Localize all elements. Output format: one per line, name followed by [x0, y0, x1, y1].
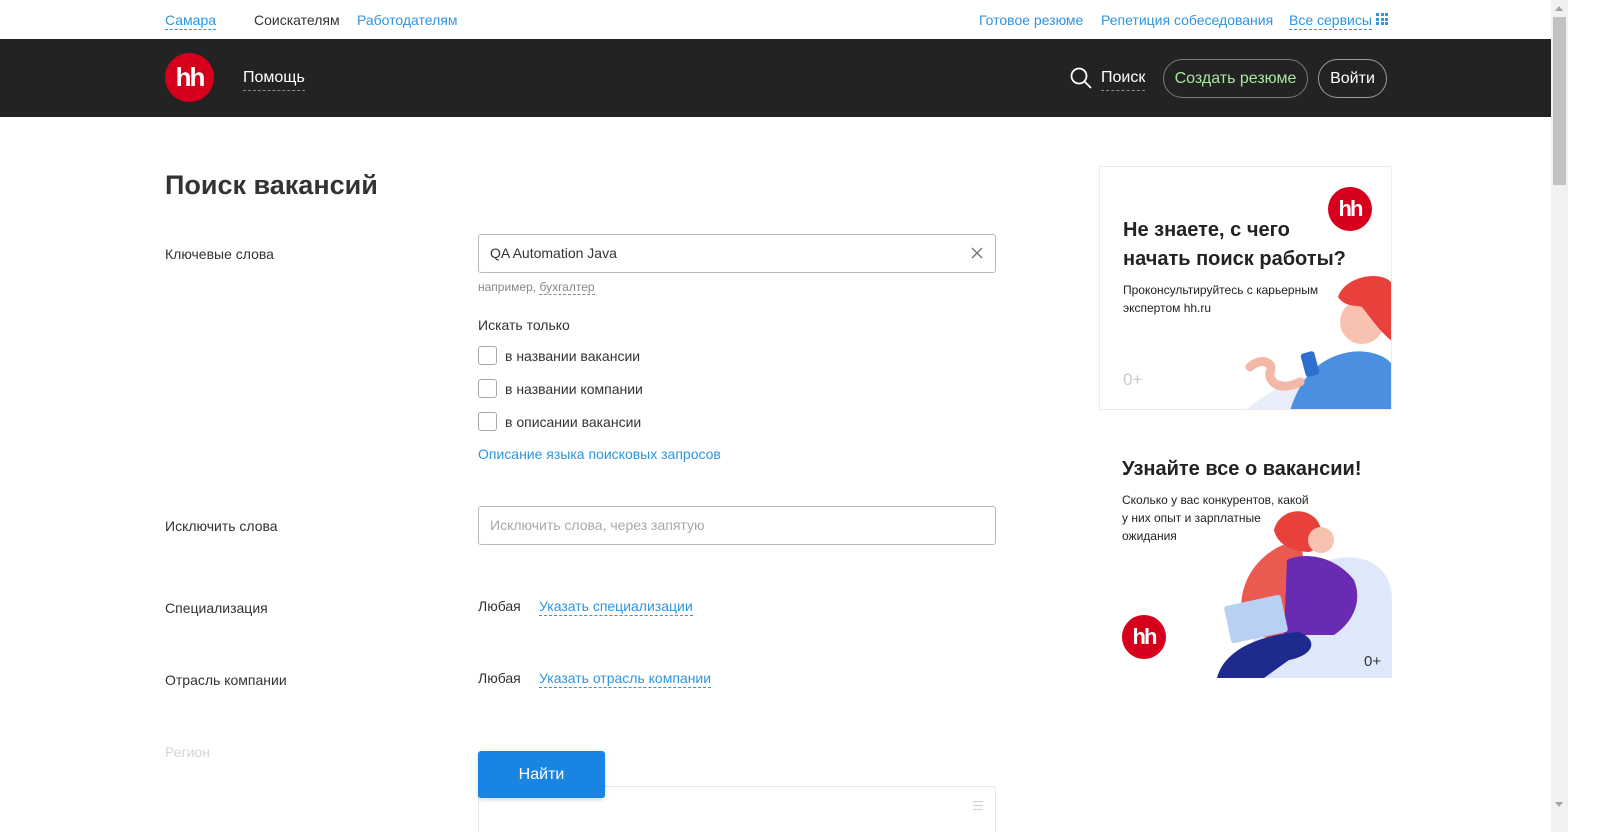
hint-prefix: например, — [478, 280, 537, 294]
exclude-placeholder: Исключить слова, через запятую — [490, 517, 705, 533]
banner-sub-line1: Проконсультируйтесь с карьерным — [1123, 283, 1319, 297]
banner-sub-line2: экспертом hh.ru — [1123, 301, 1212, 315]
top-utility-bar: Самара Соискателям Работодателям Готовое… — [0, 0, 1587, 39]
create-resume-button[interactable]: Создать резюме — [1163, 59, 1308, 98]
banner-title: Узнайте все о вакансии! — [1122, 458, 1362, 480]
scroll-arrow-down-icon[interactable] — [1555, 802, 1563, 807]
scroll-arrow-up-icon[interactable] — [1555, 6, 1563, 11]
banner-hh-logo: hh — [1328, 187, 1372, 231]
exclude-label: Исключить слова — [165, 518, 278, 534]
banner-title-line1: Не знаете, с чего — [1123, 219, 1290, 241]
find-button[interactable]: Найти — [478, 751, 605, 798]
specialization-value: Любая — [478, 598, 521, 614]
page-scrollbar[interactable] — [1551, 0, 1568, 832]
nav-seekers[interactable]: Соискателям — [254, 11, 340, 29]
search-icon[interactable] — [1070, 67, 1092, 89]
search-link[interactable]: Поиск — [1101, 68, 1146, 91]
help-link[interactable]: Помощь — [243, 68, 305, 91]
industry-link[interactable]: Указать отрасль компании — [539, 669, 712, 688]
checkbox-label[interactable]: в описании вакансии — [505, 412, 641, 432]
hint-example[interactable]: бухгалтер — [539, 280, 595, 295]
keywords-value: QA Automation Java — [490, 245, 617, 261]
banner-hh-logo: hh — [1122, 615, 1166, 659]
hh-logo[interactable]: hh — [165, 53, 214, 102]
banner-sub-line1: Сколько у вас конкурентов, какой — [1122, 493, 1309, 507]
query-language-link[interactable]: Описание языка поисковых запросов — [478, 445, 721, 463]
region-label: Регион — [165, 744, 210, 760]
city-selector[interactable]: Самара — [165, 11, 217, 30]
industry-value: Любая — [478, 670, 521, 686]
banner-age-rating: 0+ — [1123, 370, 1143, 389]
banner-sub-line2: у них опыт и зарплатные — [1122, 511, 1261, 525]
industry-label: Отрасль компании — [165, 672, 287, 688]
checkbox[interactable] — [478, 379, 497, 398]
checkbox[interactable] — [478, 346, 497, 365]
specialization-label: Специализация — [165, 600, 268, 616]
exclude-input[interactable]: Исключить слова, через запятую — [478, 506, 996, 545]
clear-icon[interactable] — [971, 247, 983, 259]
checkbox-label[interactable]: в названии компании — [505, 379, 643, 399]
link-all-services[interactable]: Все сервисы — [1289, 11, 1372, 30]
scroll-thumb[interactable] — [1553, 17, 1566, 185]
checkbox[interactable] — [478, 412, 497, 431]
keywords-hint: например, бухгалтер — [478, 280, 595, 295]
login-button[interactable]: Войти — [1318, 59, 1387, 98]
specialization-link[interactable]: Указать специализации — [539, 597, 693, 616]
banner-sub-line3: ожидания — [1122, 529, 1177, 543]
checkbox-label[interactable]: в названии вакансии — [505, 346, 640, 366]
banner-age-rating: 0+ — [1364, 653, 1382, 670]
banner-career-consult[interactable]: hh Не знаете, с чего начать поиск работы… — [1099, 166, 1392, 410]
page-title: Поиск вакансий — [165, 170, 378, 200]
main-header: hh Помощь Поиск Создать резюме Войти — [0, 39, 1551, 117]
grid-icon[interactable] — [1376, 13, 1388, 25]
list-lines-icon — [973, 801, 983, 813]
link-interview-rehearsal[interactable]: Репетиция собеседования — [1101, 11, 1273, 29]
link-ready-resume[interactable]: Готовое резюме — [979, 11, 1083, 29]
nav-employers[interactable]: Работодателям — [357, 11, 458, 29]
keywords-input[interactable]: QA Automation Java — [478, 234, 996, 273]
keywords-label: Ключевые слова — [165, 246, 274, 262]
banner-vacancy-info[interactable]: Узнайте все о вакансии! Сколько у вас ко… — [1099, 440, 1392, 678]
banner-title-line2: начать поиск работы? — [1123, 248, 1346, 270]
search-only-label: Искать только — [478, 317, 570, 333]
